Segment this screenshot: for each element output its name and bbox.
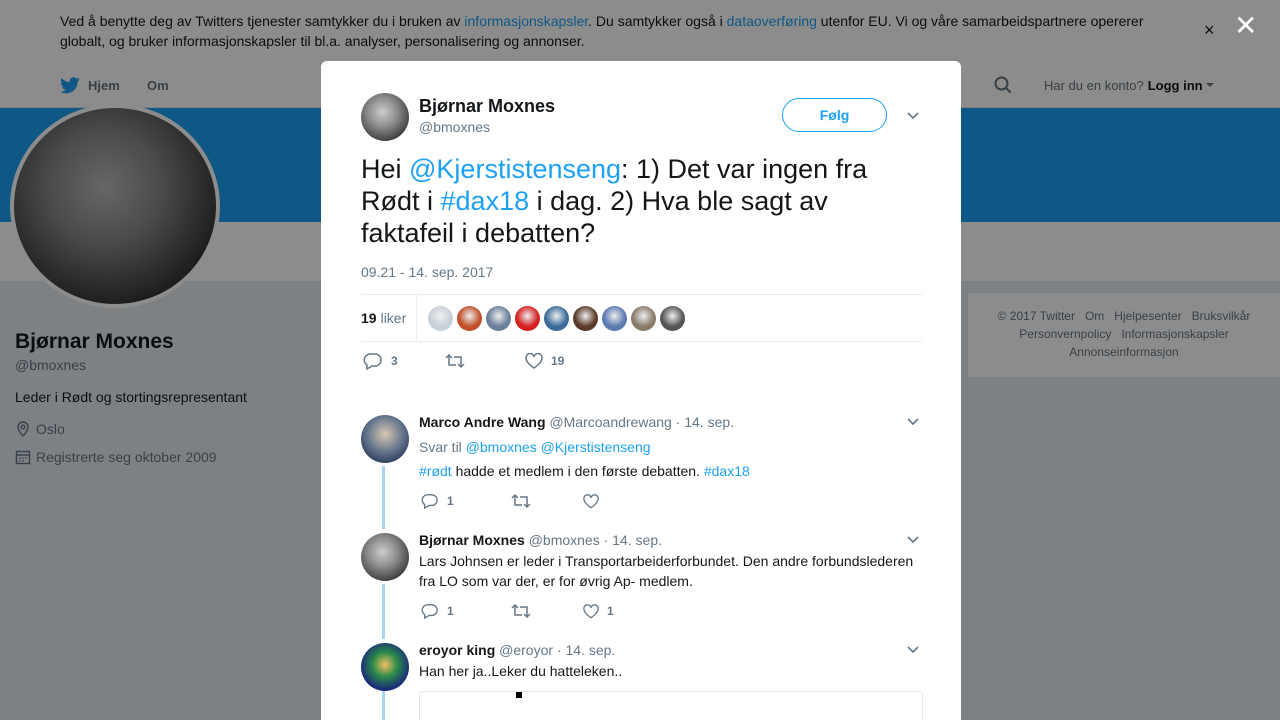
chevron-down-icon[interactable] xyxy=(907,646,919,654)
media-pixel xyxy=(516,692,522,698)
tweet-author-name[interactable]: Bjørnar Moxnes xyxy=(419,96,555,117)
reply-count: 1 xyxy=(447,494,454,508)
retweet-action[interactable] xyxy=(445,353,525,369)
thread-line xyxy=(382,691,385,720)
tweet-text: Hei @Kjerstistenseng: 1) Det var ingen f… xyxy=(361,153,901,249)
hashtag-link[interactable]: #dax18 xyxy=(441,186,530,216)
liker-avatar[interactable] xyxy=(660,306,685,331)
reply-to-label: Svar til xyxy=(419,439,462,455)
follow-button[interactable]: Følg xyxy=(782,98,887,132)
heart-icon xyxy=(583,603,599,619)
liker-avatar[interactable] xyxy=(428,306,453,331)
reply-author-handle[interactable]: @eroyor xyxy=(499,642,553,658)
like-count: 1 xyxy=(607,604,614,618)
close-modal-button[interactable]: ✕ xyxy=(1234,12,1257,40)
tweet-author-avatar[interactable] xyxy=(361,93,409,141)
reply-actions: 1 1 xyxy=(421,603,614,619)
reply-action[interactable]: 1 xyxy=(421,603,511,619)
liker-avatar[interactable] xyxy=(631,306,656,331)
reply-header: eroyor king @eroyor · 14. sep. xyxy=(419,642,615,658)
reply-to-line: Svar til @bmoxnes @Kjerstistenseng xyxy=(419,439,651,455)
thread-line xyxy=(382,466,385,529)
liker-avatar[interactable] xyxy=(515,306,540,331)
reply-header: Marco Andre Wang @Marcoandrewang · 14. s… xyxy=(419,414,734,430)
liker-avatar[interactable] xyxy=(602,306,627,331)
reply-action[interactable]: 1 xyxy=(421,493,511,509)
reply-author-handle[interactable]: @bmoxnes xyxy=(529,532,600,548)
reply-count: 1 xyxy=(447,604,454,618)
reply-icon xyxy=(421,604,438,619)
tweet-stats: 19 liker xyxy=(361,294,922,342)
liker-avatar[interactable] xyxy=(486,306,511,331)
reply-avatar[interactable] xyxy=(361,643,409,691)
heart-icon xyxy=(525,353,543,369)
like-action[interactable]: 1 xyxy=(583,603,614,619)
reply-icon xyxy=(363,353,382,370)
tweet-timestamp[interactable]: 09.21 - 14. sep. 2017 xyxy=(361,264,493,280)
liker-avatar[interactable] xyxy=(573,306,598,331)
tweet-actions: 3 19 xyxy=(363,352,564,370)
reply-header: Bjørnar Moxnes @bmoxnes · 14. sep. xyxy=(419,532,662,548)
retweet-icon xyxy=(511,603,531,619)
retweet-action[interactable] xyxy=(511,603,583,619)
chevron-down-icon[interactable] xyxy=(907,536,919,544)
reply-icon xyxy=(421,494,438,509)
hashtag-link[interactable]: #dax18 xyxy=(704,463,750,479)
tweet-text-part: Hei xyxy=(361,154,410,184)
like-action[interactable]: 19 xyxy=(525,353,564,369)
reply-author-name[interactable]: Bjørnar Moxnes xyxy=(419,532,525,548)
reply-text: Lars Johnsen er leder i Transportarbeide… xyxy=(419,553,914,589)
liker-avatars xyxy=(428,306,689,331)
reply-text: #rødt hadde et medlem i den første debat… xyxy=(419,461,919,481)
retweet-action[interactable] xyxy=(511,493,583,509)
like-action[interactable] xyxy=(583,493,607,509)
like-count: 19 xyxy=(551,354,565,368)
reply-author-name[interactable]: eroyor king xyxy=(419,642,495,658)
likes-count[interactable]: 19 liker xyxy=(361,295,406,341)
chevron-down-icon[interactable] xyxy=(907,112,919,120)
tweet-author-handle[interactable]: @bmoxnes xyxy=(419,119,490,135)
reply-count: 3 xyxy=(391,354,398,368)
reply-media[interactable] xyxy=(419,691,923,720)
chevron-down-icon[interactable] xyxy=(907,418,919,426)
heart-icon xyxy=(583,493,599,509)
reply-text-part: hadde et medlem i den første debatten. xyxy=(451,463,704,479)
retweet-icon xyxy=(511,493,531,509)
reply-to-mentions[interactable]: @bmoxnes @Kjerstistenseng xyxy=(466,439,651,455)
reply-date[interactable]: · 14. sep. xyxy=(557,642,615,658)
reply-avatar[interactable] xyxy=(361,415,409,463)
stats-divider xyxy=(416,295,417,341)
tweet-modal: Bjørnar Moxnes @bmoxnes Følg Hei @Kjerst… xyxy=(321,61,961,720)
likes-number: 19 xyxy=(361,310,377,326)
reply-author-handle[interactable]: @Marcoandrewang xyxy=(549,414,671,430)
hashtag-link[interactable]: #rødt xyxy=(419,463,452,479)
mention-link[interactable]: @Kjerstistenseng xyxy=(409,154,621,184)
reply-date[interactable]: · 14. sep. xyxy=(676,414,734,430)
thread-line xyxy=(382,584,385,639)
reply-actions: 1 xyxy=(421,493,607,509)
liker-avatar[interactable] xyxy=(457,306,482,331)
reply-text: Han her ja..Leker du hatteleken.. xyxy=(419,663,623,679)
retweet-icon xyxy=(445,353,465,369)
reply-author-name[interactable]: Marco Andre Wang xyxy=(419,414,546,430)
reply-avatar[interactable] xyxy=(361,533,409,581)
reply-date[interactable]: · 14. sep. xyxy=(604,532,662,548)
reply-action[interactable]: 3 xyxy=(363,352,445,370)
likes-label: liker xyxy=(380,310,407,326)
liker-avatar[interactable] xyxy=(544,306,569,331)
